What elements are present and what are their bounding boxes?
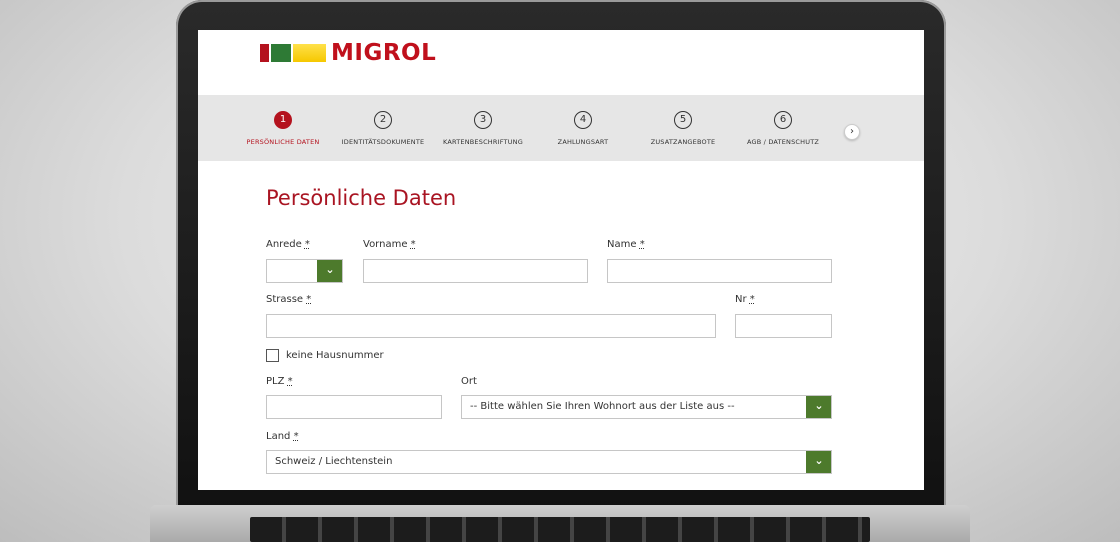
strasse-label: Strasse * [266, 294, 312, 305]
step-1-number: 1 [274, 111, 292, 129]
step-6-number: 6 [774, 111, 792, 129]
ort-select-value: -- Bitte wählen Sie Ihren Wohnort aus de… [470, 401, 735, 412]
plz-label: PLZ * [266, 376, 293, 387]
vorname-input[interactable] [363, 259, 588, 283]
strasse-input[interactable] [266, 314, 716, 338]
keine-hausnummer-checkbox[interactable] [266, 349, 279, 362]
page-title: Persönliche Daten [266, 186, 457, 210]
vorname-label: Vorname * [363, 239, 416, 250]
steps-next-button[interactable]: › [844, 124, 860, 140]
anrede-label: Anrede * [266, 239, 310, 250]
name-label: Name * [607, 239, 645, 250]
step-2-label: IDENTITÄTSDOKUMENTE [341, 138, 425, 146]
step-1-label: PERSÖNLICHE DATEN [246, 138, 320, 146]
logo-bars-icon [260, 44, 326, 62]
plz-input[interactable] [266, 395, 442, 419]
name-input[interactable] [607, 259, 832, 283]
step-3[interactable]: 3 KARTENBESCHRIFTUNG [428, 111, 538, 146]
step-5-number: 5 [674, 111, 692, 129]
chevron-right-icon: › [850, 126, 854, 137]
migrol-logo[interactable]: MIGROL [260, 40, 436, 66]
laptop-keyboard [250, 517, 870, 542]
step-2[interactable]: 2 IDENTITÄTSDOKUMENTE [328, 111, 438, 146]
nr-label: Nr * [735, 294, 755, 305]
step-5[interactable]: 5 ZUSATZANGEBOTE [628, 111, 738, 146]
land-select-value: Schweiz / Liechtenstein [275, 456, 393, 467]
keine-hausnummer-label[interactable]: keine Hausnummer [286, 350, 384, 361]
step-3-label: KARTENBESCHRIFTUNG [443, 138, 523, 146]
land-label: Land * [266, 431, 299, 442]
laptop-screen: MIGROL 1 PERSÖNLICHE DATEN 2 IDENTITÄTSD… [198, 30, 924, 490]
chevron-down-icon[interactable]: ⌄ [317, 260, 342, 282]
nr-input[interactable] [735, 314, 832, 338]
chevron-down-icon[interactable]: ⌄ [806, 451, 831, 473]
step-1[interactable]: 1 PERSÖNLICHE DATEN [228, 111, 338, 146]
step-6[interactable]: 6 AGB / DATENSCHUTZ [728, 111, 838, 146]
step-6-label: AGB / DATENSCHUTZ [746, 138, 820, 146]
step-5-label: ZUSATZANGEBOTE [650, 138, 716, 146]
ort-select[interactable]: -- Bitte wählen Sie Ihren Wohnort aus de… [461, 395, 832, 419]
step-4-label: ZAHLUNGSART [557, 138, 609, 146]
step-3-number: 3 [474, 111, 492, 129]
site-header: MIGROL [198, 30, 924, 95]
step-progress-bar: 1 PERSÖNLICHE DATEN 2 IDENTITÄTSDOKUMENT… [198, 95, 924, 161]
anrede-select[interactable]: ⌄ [266, 259, 343, 283]
logo-text: MIGROL [331, 40, 437, 66]
step-4[interactable]: 4 ZAHLUNGSART [528, 111, 638, 146]
ort-label: Ort [461, 376, 477, 387]
step-2-number: 2 [374, 111, 392, 129]
chevron-down-icon[interactable]: ⌄ [806, 396, 831, 418]
land-select[interactable]: Schweiz / Liechtenstein ⌄ [266, 450, 832, 474]
step-4-number: 4 [574, 111, 592, 129]
